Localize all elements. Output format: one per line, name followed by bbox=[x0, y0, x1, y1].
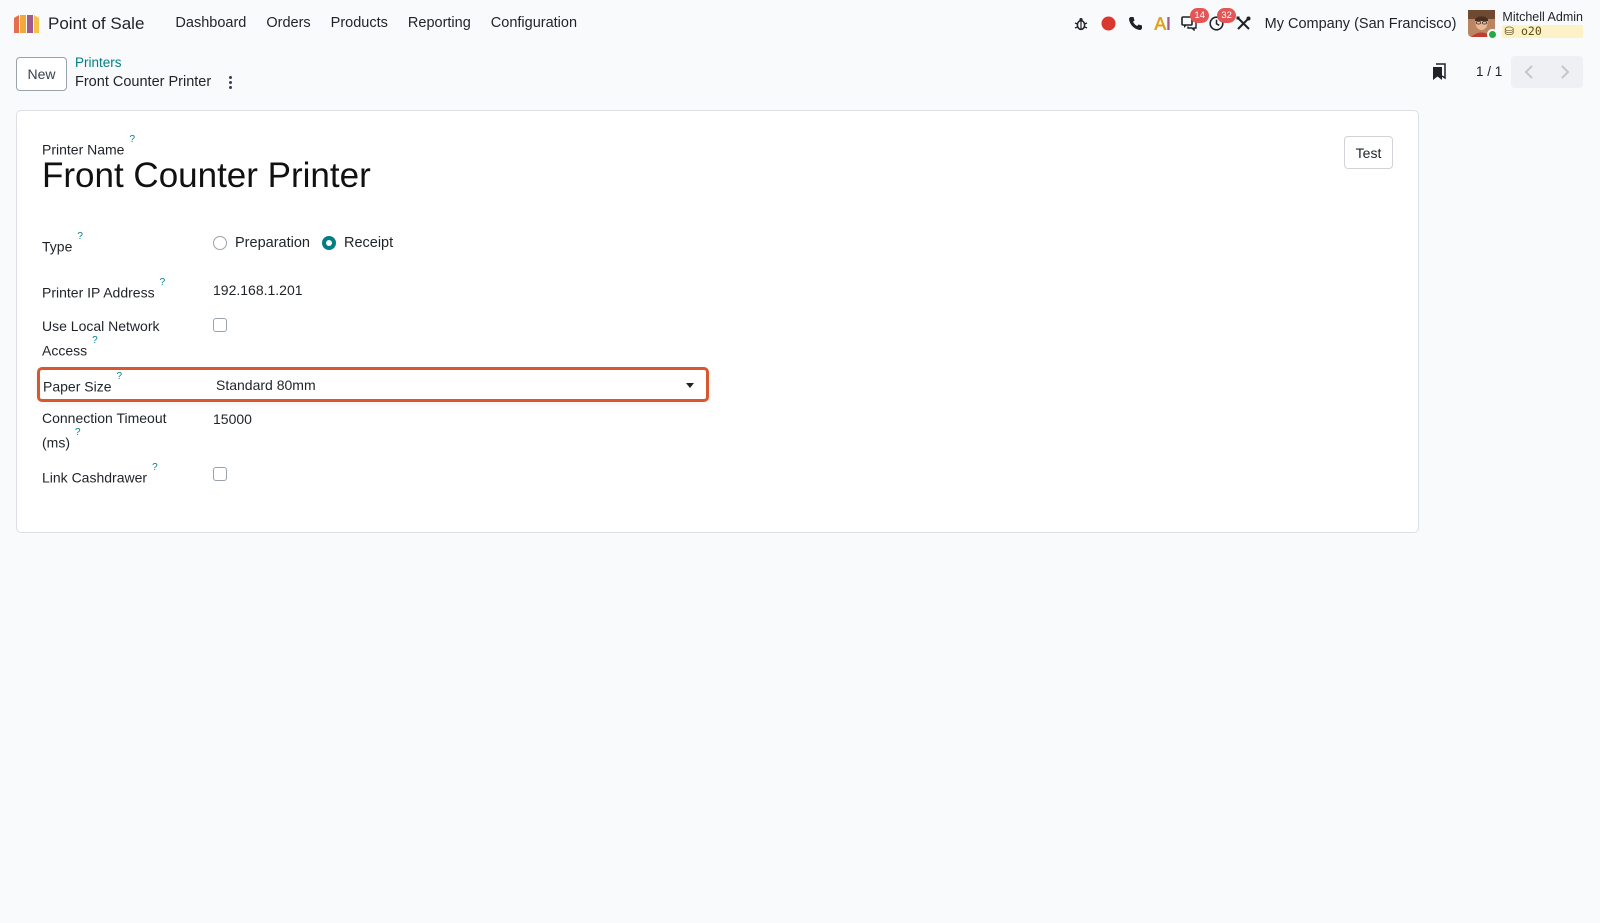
dot bbox=[228, 75, 232, 79]
wrench-screwdriver-icon bbox=[1236, 16, 1251, 30]
pager-buttons bbox=[1511, 56, 1583, 88]
record-icon[interactable] bbox=[1095, 0, 1121, 47]
chevron-right-icon bbox=[1561, 65, 1570, 79]
paper-size-value: Standard 80mm bbox=[216, 377, 316, 393]
phone-icon[interactable] bbox=[1122, 0, 1148, 47]
phone-handset-icon bbox=[1128, 17, 1142, 30]
test-button[interactable]: Test bbox=[1344, 136, 1393, 169]
breadcrumb-current: Front Counter Printer bbox=[75, 74, 212, 90]
chevron-left-icon bbox=[1524, 65, 1533, 79]
radio-receipt[interactable] bbox=[321, 236, 336, 250]
type-help[interactable]: ? bbox=[77, 231, 83, 242]
avatar bbox=[1468, 10, 1499, 40]
cashdrawer-label: Link Cashdrawer? bbox=[42, 462, 158, 489]
actions-menu-icon[interactable] bbox=[222, 73, 238, 91]
dot bbox=[228, 80, 232, 84]
local-network-checkbox[interactable] bbox=[213, 318, 227, 332]
radio-preparation[interactable] bbox=[213, 236, 227, 250]
menu-item-configuration[interactable]: Configuration bbox=[481, 0, 587, 47]
ai-sparkle-icon bbox=[1154, 17, 1170, 30]
online-status-dot bbox=[1487, 29, 1499, 40]
messages-icon[interactable]: 14 bbox=[1176, 0, 1210, 47]
cashdrawer-label-text: Link Cashdrawer bbox=[42, 469, 148, 486]
radio-preparation-label[interactable]: Preparation bbox=[235, 235, 310, 251]
local-network-label-line2: Access? bbox=[42, 335, 98, 362]
ip-help[interactable]: ? bbox=[160, 277, 166, 288]
timeout-field[interactable]: 15000 bbox=[213, 411, 252, 427]
radio-receipt-label[interactable]: Receipt bbox=[344, 235, 393, 251]
control-panel: New Printers Front Counter Printer 1 / 1 bbox=[0, 47, 1600, 109]
cashdrawer-checkbox[interactable] bbox=[213, 467, 227, 481]
pager-value[interactable]: 1 / 1 bbox=[1476, 64, 1502, 79]
user-info: Mitchell Admin ⛁ o20 bbox=[1502, 10, 1583, 38]
local-network-label-line2-text: Access bbox=[42, 342, 88, 359]
main-menu: Dashboard Orders Products Reporting Conf… bbox=[165, 0, 587, 47]
pager-previous-button[interactable] bbox=[1511, 56, 1547, 88]
company-switcher[interactable]: My Company (San Francisco) bbox=[1265, 16, 1457, 32]
dot bbox=[228, 85, 232, 89]
ip-label-text: Printer IP Address bbox=[42, 284, 155, 301]
ai-icon[interactable] bbox=[1149, 0, 1175, 47]
type-label-text: Type bbox=[42, 238, 73, 255]
caret-down-icon bbox=[686, 383, 694, 388]
breadcrumb-printers[interactable]: Printers bbox=[75, 55, 122, 70]
printer-name-help[interactable]: ? bbox=[129, 134, 135, 145]
app-brand[interactable]: Point of Sale bbox=[13, 0, 144, 47]
type-label: Type? bbox=[42, 231, 83, 258]
bookmark-icon[interactable] bbox=[1432, 63, 1447, 81]
systray: 14 32 My Company (San Francisco) Mitchel… bbox=[1068, 0, 1600, 47]
printer-name-field[interactable]: Front Counter Printer bbox=[42, 154, 371, 198]
user-name: Mitchell Admin bbox=[1502, 9, 1583, 24]
record-dot-icon bbox=[1101, 16, 1116, 31]
paper-size-label-text: Paper Size bbox=[43, 378, 112, 395]
menu-item-dashboard[interactable]: Dashboard bbox=[165, 0, 256, 47]
database-icon: ⛁ bbox=[1504, 23, 1521, 38]
pos-logo-icon bbox=[14, 14, 39, 33]
timeout-label-line2-text: (ms) bbox=[42, 434, 70, 451]
local-network-help[interactable]: ? bbox=[92, 335, 98, 346]
top-navbar: Point of Sale Dashboard Orders Products … bbox=[0, 0, 1600, 47]
menu-item-products[interactable]: Products bbox=[321, 0, 398, 47]
form-sheet: Test Printer Name? Front Counter Printer… bbox=[16, 110, 1419, 533]
menu-item-reporting[interactable]: Reporting bbox=[398, 0, 481, 47]
paper-size-label: Paper Size? bbox=[43, 371, 122, 398]
user-menu[interactable]: Mitchell Admin ⛁ o20 bbox=[1468, 10, 1583, 40]
menu-item-orders[interactable]: Orders bbox=[256, 0, 320, 47]
bug-icon bbox=[1074, 17, 1088, 30]
local-network-label-line1: Use Local Network bbox=[42, 318, 160, 334]
paper-size-select[interactable]: Standard 80mm bbox=[216, 375, 696, 397]
app-name: Point of Sale bbox=[48, 13, 145, 33]
type-radio-group: Preparation Receipt bbox=[213, 235, 405, 251]
debug-icon[interactable] bbox=[1068, 0, 1094, 47]
database-badge: ⛁ o20 bbox=[1502, 23, 1583, 38]
ip-label: Printer IP Address? bbox=[42, 277, 166, 304]
pager-next-button[interactable] bbox=[1547, 56, 1583, 88]
paper-size-row: Paper Size? Standard 80mm bbox=[37, 367, 709, 402]
activity-icon[interactable]: 32 bbox=[1203, 0, 1237, 47]
ip-field[interactable]: 192.168.1.201 bbox=[213, 282, 303, 298]
timeout-help[interactable]: ? bbox=[75, 427, 81, 438]
database-name: o20 bbox=[1520, 23, 1542, 38]
new-button[interactable]: New bbox=[16, 57, 67, 91]
paper-size-help[interactable]: ? bbox=[116, 371, 122, 382]
timeout-label-line2: (ms)? bbox=[42, 427, 81, 454]
tools-icon[interactable] bbox=[1230, 0, 1256, 47]
timeout-label-line1: Connection Timeout bbox=[42, 410, 167, 426]
cashdrawer-help[interactable]: ? bbox=[152, 462, 158, 473]
